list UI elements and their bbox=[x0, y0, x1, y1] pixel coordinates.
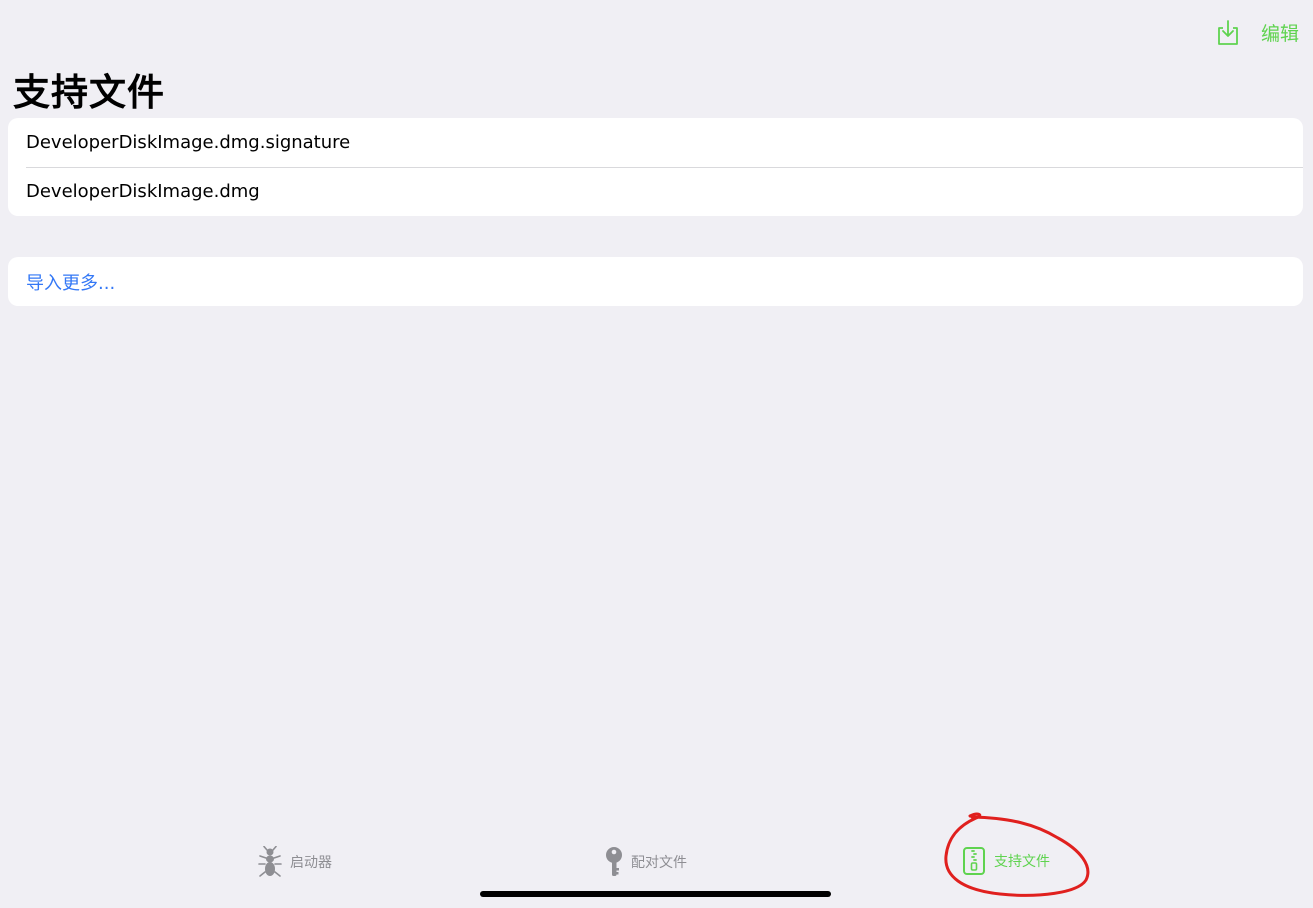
list-item[interactable]: DeveloperDiskImage.dmg.signature bbox=[8, 118, 1303, 167]
tab-pairing-file[interactable]: 配对文件 bbox=[605, 846, 687, 878]
page-title: 支持文件 bbox=[13, 71, 165, 114]
ant-icon bbox=[258, 846, 282, 877]
list-item[interactable]: DeveloperDiskImage.dmg bbox=[8, 167, 1303, 216]
home-indicator bbox=[480, 891, 831, 897]
toolbar: 编辑 bbox=[1215, 18, 1299, 46]
file-name: DeveloperDiskImage.dmg bbox=[26, 181, 260, 202]
tab-launcher[interactable]: 启动器 bbox=[258, 846, 332, 878]
tab-bar: 启动器 配对文件 支持文件 bbox=[0, 836, 1313, 890]
import-section: 导入更多... bbox=[8, 257, 1303, 306]
key-icon bbox=[606, 847, 622, 876]
tab-launcher-label: 启动器 bbox=[290, 855, 332, 871]
tab-support-file[interactable]: 支持文件 bbox=[962, 846, 1050, 876]
file-name: DeveloperDiskImage.dmg.signature bbox=[26, 132, 351, 153]
file-list: DeveloperDiskImage.dmg.signature Develop… bbox=[8, 118, 1303, 216]
tab-pairing-label: 配对文件 bbox=[631, 855, 687, 871]
import-more-button[interactable]: 导入更多... bbox=[8, 257, 1303, 306]
tab-support-label: 支持文件 bbox=[994, 854, 1050, 870]
tray-arrow-down-icon[interactable] bbox=[1215, 18, 1241, 46]
zipper-file-icon bbox=[963, 847, 985, 875]
edit-button[interactable]: 编辑 bbox=[1261, 19, 1299, 46]
